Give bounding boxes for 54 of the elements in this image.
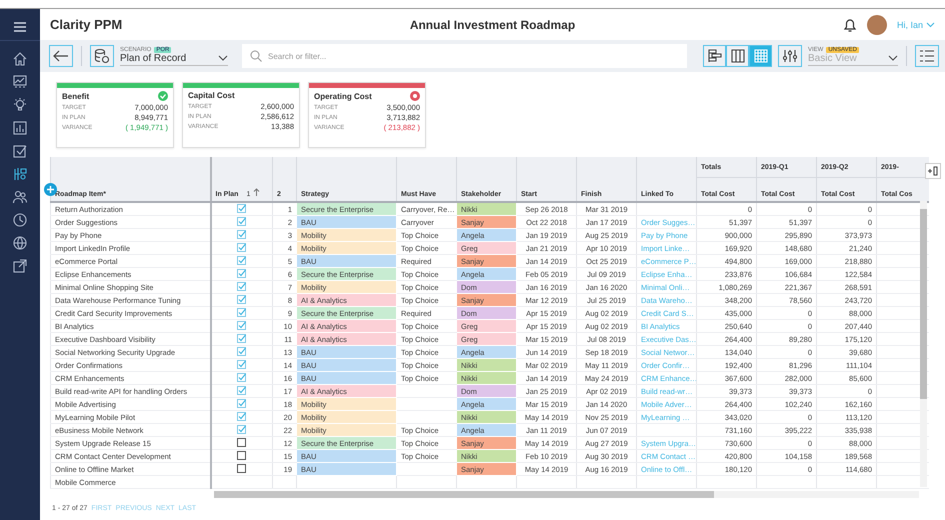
vertical-scrollbar[interactable] [920,201,927,487]
in-plan-checkbox[interactable] [237,204,246,212]
search-field[interactable]: Search or filter... [242,44,687,68]
expand-panel-icon [927,166,939,176]
in-plan-checkbox[interactable] [237,464,246,472]
in-plan-checkbox[interactable] [237,412,246,420]
avatar[interactable] [866,14,887,34]
chevron-down-icon [888,55,898,61]
gantt-view-button[interactable] [703,45,726,67]
in-plan-checkbox[interactable] [237,294,246,304]
in-plan-checkbox[interactable] [237,230,246,238]
database-icon [94,48,110,64]
in-plan-checkbox[interactable] [237,216,246,226]
in-plan-checkbox[interactable] [237,424,246,434]
app-name: Clarity PPM [50,16,122,32]
in-plan-checkbox[interactable] [237,372,246,382]
card-title: Benefit [62,92,90,100]
in-plan-checkbox[interactable] [237,282,246,290]
scenario-dropdown[interactable]: Plan of Record [120,52,228,66]
menu-icon[interactable] [13,20,27,32]
in-plan-checkbox[interactable] [237,398,246,408]
card-title: Capital Cost [188,91,235,100]
back-button[interactable] [49,45,73,67]
in-plan-checkbox[interactable] [237,346,246,356]
settings-button[interactable] [778,45,802,67]
in-plan-checkbox[interactable] [237,308,246,316]
in-plan-checkbox[interactable] [237,360,246,368]
card-title: Operating Cost [314,92,372,100]
chevron-down-icon [218,55,228,61]
search-icon [250,50,262,62]
list-icon [919,49,935,63]
list-view-button[interactable] [915,45,939,67]
in-plan-checkbox[interactable] [237,320,246,330]
scenario-button[interactable] [90,45,114,67]
columns-icon [730,49,746,63]
in-plan-checkbox[interactable] [237,438,246,446]
in-plan-checkbox[interactable] [237,450,246,460]
in-plan-checkbox[interactable] [237,242,246,252]
add-icon[interactable] [44,183,57,196]
gantt-icon [706,49,722,63]
in-plan-checkbox[interactable] [237,334,246,342]
view-dropdown[interactable]: Basic View [808,52,898,66]
notification-bell-icon[interactable] [842,16,857,32]
page-title: Annual Investment Roadmap [410,18,576,32]
grid-icon [752,49,768,63]
panel-toggle-button[interactable] [925,163,941,179]
sliders-icon [782,49,798,63]
in-plan-checkbox[interactable] [237,268,246,278]
columns-view-button[interactable] [726,45,749,67]
horizontal-scrollbar[interactable] [214,491,919,498]
user-greeting[interactable]: Hi, Ian [896,20,923,30]
arrow-left-icon [53,50,69,62]
in-plan-checkbox[interactable] [237,256,246,264]
in-plan-checkbox[interactable] [237,386,246,394]
